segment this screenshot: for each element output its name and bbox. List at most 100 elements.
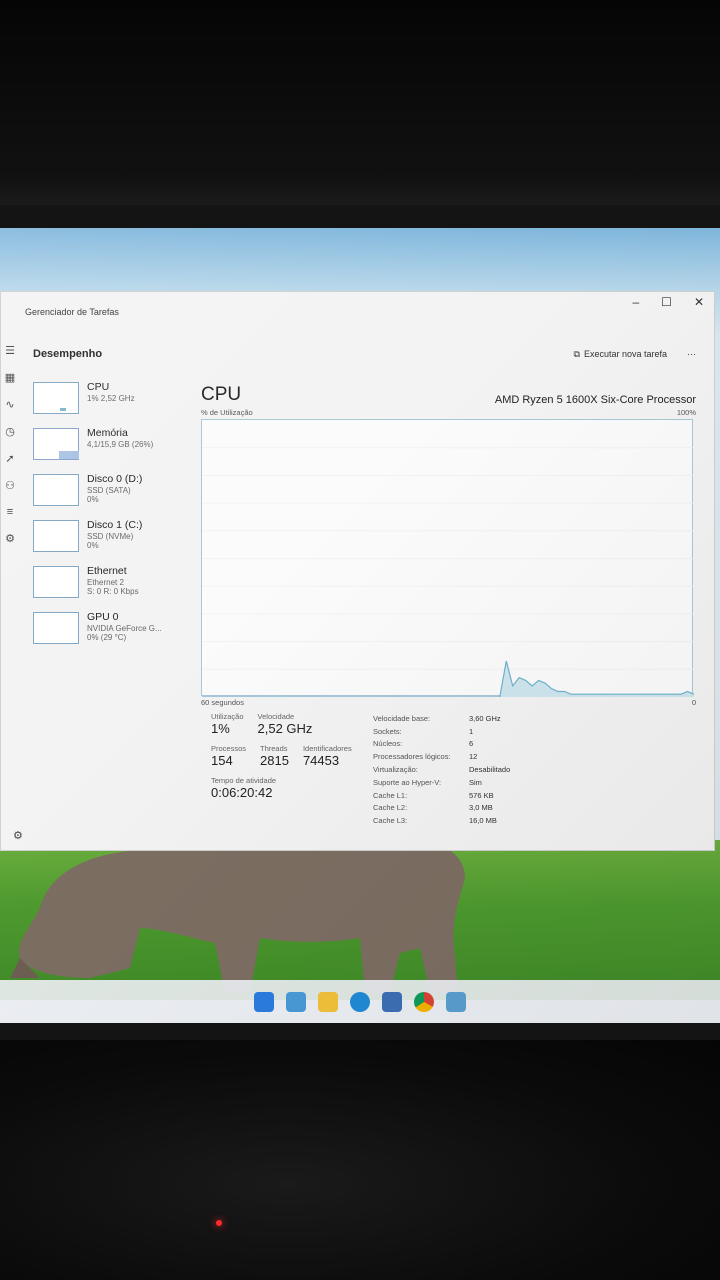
window-title: Gerenciador de Tarefas <box>25 307 119 317</box>
detail-value: 6 <box>469 739 474 749</box>
uptime-value: 0:06:20:42 <box>211 785 273 800</box>
sidebar-item-label: Ethernet <box>87 565 127 577</box>
minimize-button[interactable]: – <box>632 295 639 309</box>
detail-value: 12 <box>469 752 478 762</box>
sidebar-item-sub: NVIDIA GeForce G... <box>87 623 162 633</box>
cpu-graph-svg <box>202 447 694 697</box>
utilization-value: 1% <box>211 721 230 736</box>
detail-value: 3,60 GHz <box>469 713 501 723</box>
detail-value: 1 <box>469 726 474 736</box>
detail-value: 576 KB <box>469 790 494 800</box>
sidebar-item-label: Disco 0 (D:) <box>87 473 143 485</box>
sidebar-item-sub: S: 0 R: 0 Kbps <box>87 587 139 597</box>
sidebar-item-cpu[interactable]: CPU 1% 2,52 GHz <box>33 381 193 428</box>
resource-list: CPU 1% 2,52 GHz Memória 4,1/15,9 GB (26%… <box>33 381 193 658</box>
sidebar-item-disk-0[interactable]: Disco 0 (D:) SSD (SATA) 0% <box>33 473 193 520</box>
desk-area <box>0 1040 720 1280</box>
run-new-task-button[interactable]: ⧉ Executar nova tarefa <box>574 349 668 360</box>
sidebar-item-ethernet[interactable]: Ethernet Ethernet 2 S: 0 R: 0 Kbps <box>33 565 193 612</box>
threads-label: Threads <box>260 744 288 753</box>
widgets-icon[interactable] <box>286 991 306 1012</box>
maximize-button[interactable]: ☐ <box>661 295 672 309</box>
photo-frame: Gerenciador de Tarefas – ☐ ✕ ☰ ▦ ∿ ◷ ➚ ⚇… <box>0 0 720 1280</box>
page-title: CPU <box>201 384 242 405</box>
detail-value: 3,0 MB <box>469 803 493 813</box>
start-button-icon[interactable] <box>254 991 274 1012</box>
detail-row: Velocidade base: 3,60 GHz <box>373 712 673 725</box>
detail-key: Processadores lógicos: <box>373 752 451 762</box>
sidebar-item-label: Memória <box>87 427 128 439</box>
power-led <box>216 1220 222 1226</box>
sidebar-item-disk-1[interactable]: Disco 1 (C:) SSD (NVMe) 0% <box>33 519 193 566</box>
title-bar: Gerenciador de Tarefas – ☐ ✕ <box>1 292 714 332</box>
processes-value: 154 <box>211 753 233 768</box>
detail-key: Suporte ao Hyper-V: <box>373 777 442 787</box>
gpu-thumbnail-graph <box>33 612 79 644</box>
cpu-utilization-graph <box>201 419 694 697</box>
file-explorer-icon[interactable] <box>318 991 338 1012</box>
chrome-icon[interactable] <box>414 991 434 1012</box>
sidebar-item-label: Disco 1 (C:) <box>87 519 143 531</box>
nav-rail: ☰ ▦ ∿ ◷ ➚ ⚇ ≡ ⚙ <box>1 332 19 852</box>
more-options-button[interactable]: ··· <box>687 349 696 359</box>
ethernet-thumbnail-graph <box>33 566 79 598</box>
performance-icon[interactable]: ∿ <box>5 398 14 411</box>
processes-icon[interactable]: ▦ <box>5 371 15 384</box>
run-task-label: Executar nova tarefa <box>583 349 667 359</box>
sidebar-item-sub: Ethernet 2 <box>87 577 124 587</box>
desktop-screen: Gerenciador de Tarefas – ☐ ✕ ☰ ▦ ∿ ◷ ➚ ⚇… <box>0 228 720 1023</box>
taskbar <box>0 980 720 1023</box>
x-axis-min: 0 <box>691 698 696 707</box>
cpu-details-table: Velocidade base: 3,60 GHz Sockets: 1 Núcle… <box>373 712 673 827</box>
sidebar-item-sub: 4,1/15,9 GB (26%) <box>87 439 154 449</box>
sidebar-item-sub: 0% <box>87 495 99 505</box>
cpu-detail-panel: CPU AMD Ryzen 5 1600X Six-Core Processor… <box>201 382 696 825</box>
app-history-icon[interactable]: ◷ <box>5 425 15 438</box>
x-axis-label: 60 segundos <box>201 698 244 707</box>
speed-label: Velocidade <box>257 712 295 721</box>
sidebar-item-sub: 0% <box>87 541 99 551</box>
sidebar-item-sub: 0% (29 °C) <box>87 633 127 643</box>
task-manager-window: Gerenciador de Tarefas – ☐ ✕ ☰ ▦ ∿ ◷ ➚ ⚇… <box>0 291 715 851</box>
speed-value: 2,52 GHz <box>257 721 313 736</box>
store-icon[interactable] <box>382 991 402 1012</box>
handles-value: 74453 <box>302 753 340 768</box>
edge-browser-icon[interactable] <box>350 991 370 1012</box>
header-actions: ⧉ Executar nova tarefa ··· <box>574 349 697 360</box>
settings-gear-icon[interactable]: ⚙ <box>13 829 23 842</box>
detail-row: Núcleos: 6 <box>373 738 673 751</box>
disk0-thumbnail-graph <box>33 474 79 506</box>
startup-apps-icon[interactable]: ➚ <box>5 452 14 465</box>
hamburger-menu-icon[interactable]: ☰ <box>5 344 15 357</box>
detail-key: Cache L1: <box>373 790 408 800</box>
sidebar-item-sub: SSD (SATA) <box>87 485 131 495</box>
detail-key: Cache L2: <box>373 803 408 813</box>
sidebar-item-gpu-0[interactable]: GPU 0 NVIDIA GeForce G... 0% (29 °C) <box>33 611 193 658</box>
sidebar-item-label: GPU 0 <box>87 611 119 623</box>
sidebar-item-label: CPU <box>87 381 110 393</box>
detail-row: Virtualização: Desabilitado <box>373 763 673 776</box>
detail-row: Processadores lógicos: 12 <box>373 750 673 763</box>
cpu-usage-area <box>202 661 694 697</box>
graph-bottom-labels: 60 segundos 0 <box>201 698 696 707</box>
detail-row: Cache L1: 576 KB <box>373 789 673 802</box>
detail-key: Velocidade base: <box>373 713 431 723</box>
graph-top-labels: % de Utilização 100% <box>201 408 696 417</box>
services-icon[interactable]: ⚙ <box>5 532 15 545</box>
section-title: Desempenho <box>33 348 103 360</box>
threads-value: 2815 <box>260 753 289 768</box>
detail-key: Sockets: <box>373 726 402 736</box>
main-title-row: CPU AMD Ryzen 5 1600X Six-Core Processor <box>201 382 696 406</box>
stats-block: Utilização 1% Velocidade 2,52 GHz Proces… <box>211 712 371 800</box>
task-manager-taskbar-icon[interactable] <box>446 991 466 1012</box>
sidebar-item-memory[interactable]: Memória 4,1/15,9 GB (26%) <box>33 427 193 474</box>
close-button[interactable]: ✕ <box>694 295 704 309</box>
uptime-label: Tempo de atividade <box>211 776 277 785</box>
detail-row: Sockets: 1 <box>373 725 673 738</box>
sidebar-item-sub: SSD (NVMe) <box>87 531 134 541</box>
users-icon[interactable]: ⚇ <box>5 479 15 492</box>
disk1-thumbnail-graph <box>33 520 79 552</box>
details-icon[interactable]: ≡ <box>7 506 13 518</box>
detail-row: Cache L3: 16,0 MB <box>373 814 673 827</box>
detail-row: Cache L2: 3,0 MB <box>373 802 673 815</box>
